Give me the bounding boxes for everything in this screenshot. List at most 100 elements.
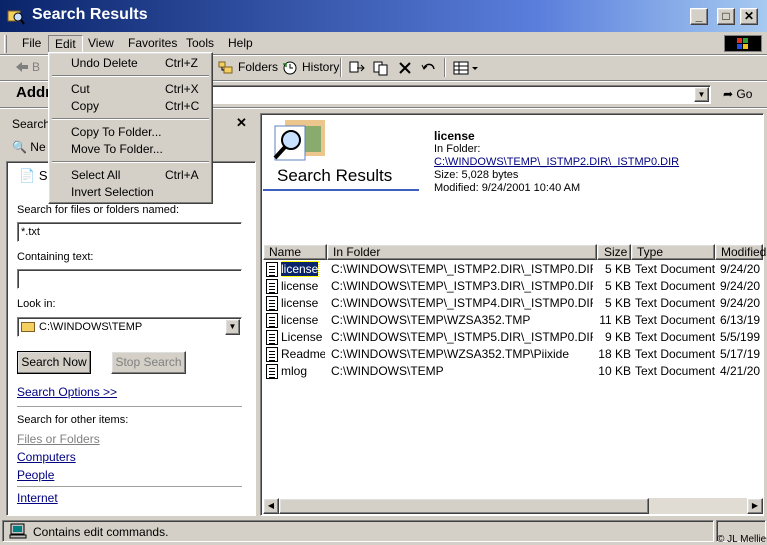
views-button[interactable]	[452, 59, 480, 77]
cell-folder: C:\WINDOWS\TEMP	[331, 364, 444, 378]
views-icon	[453, 61, 478, 75]
cell-modified: 4/21/20	[720, 364, 761, 378]
move-to-icon[interactable]	[348, 60, 366, 76]
menu-file[interactable]: File	[16, 35, 47, 53]
search-pane-close-icon[interactable]: ✕	[236, 115, 247, 131]
scroll-left-icon[interactable]: ◀	[263, 498, 279, 514]
table-row[interactable]: license C:\WINDOWS\TEMP\_ISTMP2.DIR\_ISTM…	[263, 261, 763, 278]
column-header-in-folder[interactable]: In Folder	[327, 244, 597, 260]
address-dropdown-icon[interactable]: ▼	[694, 87, 709, 102]
text-document-icon	[266, 330, 278, 345]
menu-item-select-all[interactable]: Select All Ctrl+A	[51, 167, 210, 184]
back-arrow-icon	[16, 62, 28, 72]
menu-tools[interactable]: Tools	[180, 35, 220, 53]
cell-type: Text Document	[635, 262, 715, 276]
go-button[interactable]: ➦ Go	[719, 85, 752, 104]
cell-folder: C:\WINDOWS\TEMP\_ISTMP3.DIR\_ISTMP0.DIR	[331, 279, 593, 293]
title-bar[interactable]: Search Results _ □ ✕	[0, 0, 767, 33]
menubar-grip[interactable]	[4, 35, 7, 53]
table-row[interactable]: license C:\WINDOWS\TEMP\_ISTMP3.DIR\_ISTM…	[263, 278, 763, 295]
cell-size: 9 KB	[604, 330, 631, 344]
back-button[interactable]: B	[12, 57, 40, 79]
selected-file-path-link[interactable]: C:\WINDOWS\TEMP\_ISTMP2.DIR\_ISTMP0.DIR	[434, 156, 679, 168]
computers-link[interactable]: Computers	[17, 450, 76, 464]
text-document-icon	[266, 296, 278, 311]
column-header-type[interactable]: Type	[631, 244, 715, 260]
scroll-thumb[interactable]	[279, 498, 649, 514]
look-in-select[interactable]: C:\WINDOWS\TEMP ▼	[17, 317, 242, 337]
menu-view[interactable]: View	[82, 35, 120, 53]
banner-underline	[263, 189, 419, 191]
stop-search-button[interactable]: Stop Search	[111, 351, 186, 374]
cell-name: mlog	[281, 364, 308, 378]
table-row[interactable]: Readme C:\WINDOWS\TEMP\WZSA352.TMP\Piixid…	[263, 346, 763, 363]
containing-text-input[interactable]	[17, 269, 242, 289]
history-label: History	[302, 60, 340, 74]
menu-item-invert-selection[interactable]: Invert Selection	[51, 184, 210, 201]
column-header-name[interactable]: Name	[263, 244, 327, 260]
window-title: Search Results	[32, 6, 148, 23]
column-header-modified[interactable]: Modified	[715, 244, 766, 260]
cell-modified: 9/24/20	[720, 262, 761, 276]
cell-modified: 6/13/19	[720, 313, 761, 327]
cell-folder: C:\WINDOWS\TEMP\_ISTMP5.DIR\_ISTMP0.DIR	[331, 330, 593, 344]
search-section-label: S	[38, 168, 48, 183]
copy-to-icon[interactable]	[372, 60, 390, 76]
cell-modified: 5/5/199	[720, 330, 761, 344]
cell-name: license	[281, 313, 319, 327]
new-search-button[interactable]: 🔍 Ne	[12, 140, 46, 154]
status-bar: Contains edit commands.	[0, 518, 767, 545]
column-header-size[interactable]: Size	[597, 244, 631, 260]
scroll-right-icon[interactable]: ▶	[747, 498, 763, 514]
look-in-dropdown-icon[interactable]: ▼	[225, 319, 240, 335]
table-row[interactable]: license C:\WINDOWS\TEMP\_ISTMP4.DIR\_ISTM…	[263, 295, 763, 312]
files-or-folders-link[interactable]: Files or Folders	[17, 432, 100, 446]
menu-item-copy[interactable]: Copy Ctrl+C	[51, 98, 210, 115]
folders-button[interactable]: Folders	[216, 57, 278, 79]
menu-separator	[52, 75, 209, 77]
delete-icon[interactable]	[397, 60, 413, 76]
cell-size: 5 KB	[604, 296, 631, 310]
history-button[interactable]: History	[280, 57, 339, 79]
menu-edit[interactable]: Edit	[48, 35, 83, 53]
cell-type: Text Document	[635, 364, 715, 378]
new-search-label: Ne	[30, 140, 46, 154]
menu-favorites[interactable]: Favorites	[122, 35, 183, 53]
close-button[interactable]: ✕	[740, 8, 758, 25]
table-row[interactable]: license C:\WINDOWS\TEMP\WZSA352.TMP 11 KB T…	[263, 312, 763, 329]
selected-file-name: license	[434, 129, 475, 143]
folder-icon	[21, 322, 35, 333]
cell-folder: C:\WINDOWS\TEMP\WZSA352.TMP	[331, 313, 531, 327]
menu-item-cut[interactable]: Cut Ctrl+X	[51, 81, 210, 98]
search-now-button[interactable]: Search Now	[17, 351, 91, 374]
cell-size: 18 KB	[598, 347, 631, 361]
internet-link[interactable]: Internet	[17, 491, 58, 505]
search-form: 📄 S Search for files or folders named: *…	[6, 161, 256, 516]
undo-icon[interactable]	[420, 60, 438, 76]
cell-type: Text Document	[635, 296, 715, 310]
look-in-label: Look in:	[17, 298, 56, 310]
horizontal-scrollbar[interactable]: ◀ ▶	[263, 498, 763, 514]
copyright-text: © JL Mellier	[717, 534, 767, 545]
text-document-icon	[266, 364, 278, 379]
back-label: B	[32, 60, 41, 74]
people-link[interactable]: People	[17, 468, 54, 482]
cell-modified: 9/24/20	[720, 296, 761, 310]
text-document-icon	[266, 262, 278, 277]
menu-item-undo-delete[interactable]: Undo Delete Ctrl+Z	[51, 55, 210, 72]
menu-item-copy-to-folder[interactable]: Copy To Folder...	[51, 124, 210, 141]
cell-size: 5 KB	[604, 262, 631, 276]
search-options-link[interactable]: Search Options >>	[17, 385, 117, 399]
edit-menu-dropdown: Undo Delete Ctrl+Z Cut Ctrl+X Copy Ctrl+C C…	[48, 52, 213, 204]
maximize-button[interactable]: □	[717, 8, 735, 25]
menu-item-move-to-folder[interactable]: Move To Folder...	[51, 141, 210, 158]
table-row[interactable]: License C:\WINDOWS\TEMP\_ISTMP5.DIR\_ISTM…	[263, 329, 763, 346]
table-row[interactable]: mlog C:\WINDOWS\TEMP 10 KB Text Document 4/2…	[263, 363, 763, 380]
history-icon	[283, 61, 297, 75]
other-items-label: Search for other items:	[17, 414, 129, 426]
menu-help[interactable]: Help	[222, 35, 259, 53]
minimize-button[interactable]: _	[690, 8, 708, 25]
text-document-icon	[266, 347, 278, 362]
divider	[17, 406, 242, 407]
filename-input[interactable]: *.txt	[17, 222, 242, 242]
